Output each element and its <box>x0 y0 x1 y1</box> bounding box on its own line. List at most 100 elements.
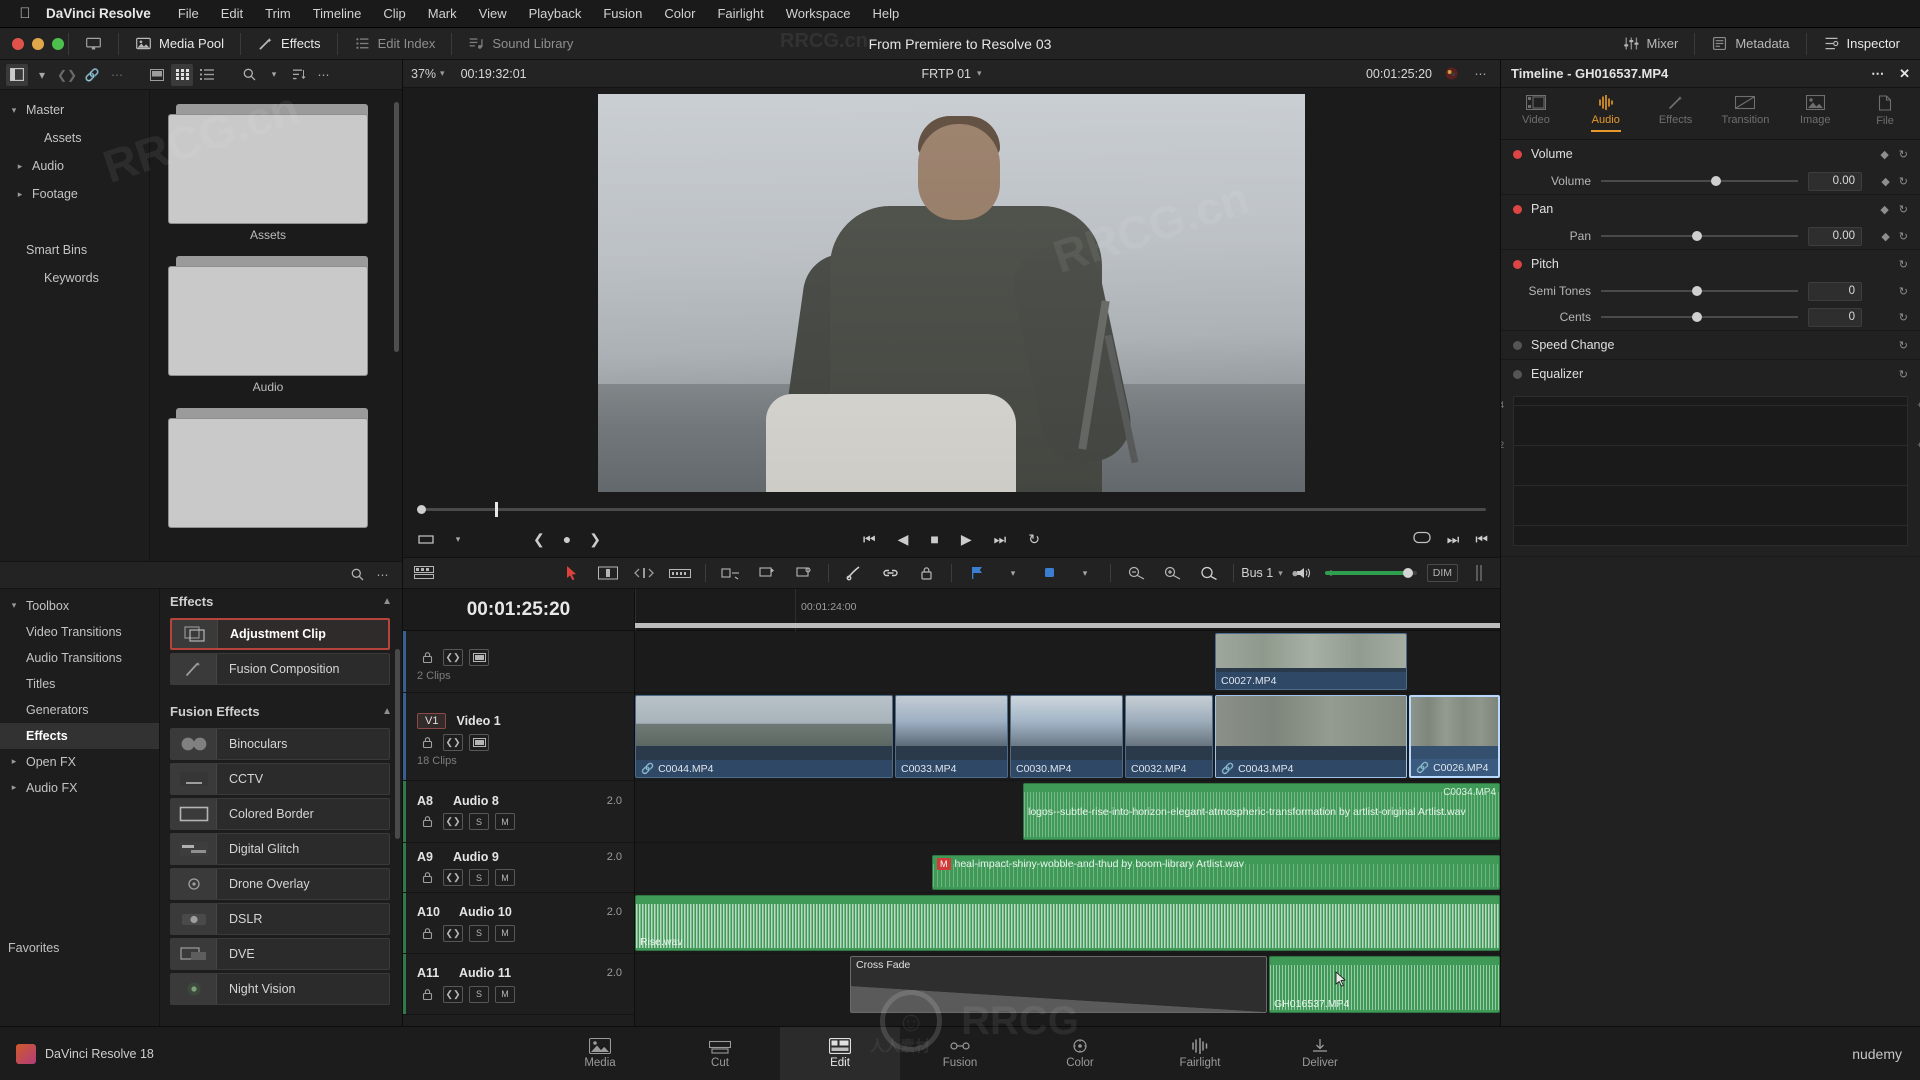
page-button-deliver[interactable]: Deliver <box>1260 1027 1380 1080</box>
viewer-scrubber[interactable] <box>403 497 1500 521</box>
section-header[interactable]: Equalizer ↻ <box>1501 360 1920 388</box>
menu-item-edit[interactable]: Edit <box>210 6 254 21</box>
zoom-in-icon[interactable] <box>1197 562 1219 584</box>
track-name-a10[interactable]: Audio 10 <box>459 905 512 919</box>
timeline-horizontal-scrollbar[interactable] <box>635 623 1500 628</box>
dynamic-trim-mode-icon[interactable] <box>633 562 655 584</box>
tab-file[interactable]: File <box>1850 88 1920 139</box>
zoom-slider-minus-icon[interactable]: − <box>1248 562 1270 584</box>
page-button-color[interactable]: Color <box>1020 1027 1140 1080</box>
timeline-clip[interactable]: 🔗 C0044.MP4 <box>635 695 893 778</box>
reset-icon[interactable]: ↻ <box>1899 339 1908 352</box>
effects-toggle-button[interactable]: Effects <box>245 28 333 60</box>
menu-item-help[interactable]: Help <box>862 6 911 21</box>
zoom-fit-icon[interactable] <box>1161 562 1183 584</box>
effects-tree-generators[interactable]: Generators <box>0 697 159 723</box>
effect-item-digital-glitch[interactable]: Digital Glitch <box>170 832 390 865</box>
reset-icon[interactable]: ↻ <box>1899 203 1908 216</box>
track-id-a9[interactable]: A9 <box>417 850 443 864</box>
timeline-lane-v2[interactable]: C0027.MP4 <box>635 631 1500 693</box>
keyframe-icon[interactable]: ◆ <box>1881 175 1889 188</box>
ellipsis-icon[interactable]: ⋯ <box>106 64 128 86</box>
effect-item-binoculars[interactable]: Binoculars <box>170 727 390 760</box>
position-lock-icon[interactable] <box>792 562 814 584</box>
window-controls[interactable] <box>0 37 64 50</box>
timeline-clip[interactable]: 🔗 C0043.MP4 <box>1215 695 1407 778</box>
effects-options-icon[interactable]: ⋯ <box>372 564 394 586</box>
enable-toggle-icon[interactable] <box>1513 204 1522 214</box>
track-id-a8[interactable]: A8 <box>417 794 443 808</box>
sort-icon[interactable] <box>288 64 310 86</box>
effects-tree-video-transitions[interactable]: Video Transitions <box>0 619 159 645</box>
chevron-down-icon[interactable]: ▾ <box>1074 562 1096 584</box>
chevron-down-icon[interactable]: ▾ <box>31 64 53 86</box>
param-value[interactable]: 0 <box>1808 307 1862 327</box>
auto-select-icon[interactable]: ❮❯ <box>443 813 463 830</box>
timeline-transition[interactable]: Cross Fade <box>850 956 1267 1013</box>
timeline-clip[interactable]: C0030.MP4 <box>1010 695 1123 778</box>
mute-button[interactable]: M <box>495 813 515 830</box>
grid-view-icon[interactable] <box>171 63 193 86</box>
section-header[interactable]: Pan ◆ ↻ <box>1501 195 1920 223</box>
sidebar-toggle-icon[interactable] <box>6 63 28 86</box>
auto-select-icon[interactable]: ❮❯ <box>443 985 463 1003</box>
timeline-clip[interactable]: GH016537.MP4 <box>1269 956 1500 1013</box>
inspector-toggle-button[interactable]: Inspector <box>1811 28 1912 60</box>
chevron-down-icon[interactable]: ▾ <box>1002 562 1024 584</box>
param-value[interactable]: 0.00 <box>1808 226 1862 246</box>
viewer-record-timecode[interactable]: 00:01:25:20 <box>1366 67 1432 81</box>
viewer-source-name[interactable]: FRTP 01 <box>921 67 971 81</box>
effect-item-fusion-composition[interactable]: Fusion Composition <box>170 652 390 685</box>
timeline-clip[interactable]: M heal-impact-shiny-wobble-and-thud by b… <box>932 855 1500 890</box>
track-header-v2[interactable]: ❮❯ 2 Clips <box>403 631 634 693</box>
page-button-fairlight[interactable]: Fairlight <box>1140 1027 1260 1080</box>
timeline-lane-a11[interactable]: Cross Fade GH016537.MP4 <box>635 954 1500 1015</box>
solo-button[interactable]: S <box>469 924 489 942</box>
video-preview[interactable] <box>598 93 1305 492</box>
flag-marker-icon[interactable] <box>756 562 778 584</box>
effects-tree-open-fx[interactable]: ▸ Open FX <box>0 749 159 775</box>
effect-item-cctv[interactable]: CCTV <box>170 762 390 795</box>
tree-item-keywords[interactable]: Keywords <box>0 264 149 292</box>
lock-icon[interactable] <box>417 649 437 666</box>
timeline-lane-a10[interactable]: Rise.wav <box>635 893 1500 954</box>
menu-item-clip[interactable]: Clip <box>372 6 416 21</box>
search-icon[interactable] <box>346 564 368 586</box>
tree-item-audio[interactable]: ▸ Audio <box>0 152 149 180</box>
marker-icon[interactable] <box>1038 562 1060 584</box>
chevron-up-icon[interactable]: ▲ <box>382 596 392 607</box>
maximize-window-button[interactable] <box>52 37 64 50</box>
app-name-label[interactable]: DaVinci Resolve <box>36 6 161 21</box>
tab-image[interactable]: Image <box>1780 88 1850 139</box>
enable-toggle-icon[interactable] <box>1513 340 1522 350</box>
viewer-zoom-control[interactable]: 37% ▾ <box>411 67 445 81</box>
param-value[interactable]: 0 <box>1808 281 1862 301</box>
play-icon[interactable]: ▶ <box>961 531 972 548</box>
menu-item-workspace[interactable]: Workspace <box>775 6 862 21</box>
scrubber-playhead[interactable] <box>495 501 498 517</box>
options-ellipsis-icon[interactable]: ⋯ <box>313 64 335 86</box>
menu-item-mark[interactable]: Mark <box>417 6 468 21</box>
close-window-button[interactable] <box>12 37 24 50</box>
reset-icon[interactable]: ↻ <box>1899 285 1908 298</box>
reset-icon[interactable]: ↻ <box>1899 311 1908 324</box>
effects-tree-effects[interactable]: Effects <box>0 722 159 749</box>
tree-item-smart-bins[interactable]: Smart Bins <box>0 236 149 264</box>
page-button-fusion[interactable]: Fusion <box>900 1027 1020 1080</box>
effects-list-scrollbar[interactable] <box>395 648 400 839</box>
fusion-effects-section-header[interactable]: Fusion Effects ▲ <box>160 699 402 725</box>
solo-button[interactable]: S <box>469 985 489 1003</box>
timeline-clip[interactable]: C0032.MP4 <box>1125 695 1213 778</box>
chevron-up-icon[interactable]: ▲ <box>382 706 392 717</box>
enable-toggle-icon[interactable] <box>1513 149 1522 159</box>
menu-item-trim[interactable]: Trim <box>254 6 302 21</box>
track-id-badge-v1[interactable]: V1 <box>417 713 447 729</box>
link-icon[interactable]: 🔗 <box>81 64 103 86</box>
edit-index-toggle-button[interactable]: Edit Index <box>342 28 448 60</box>
jump-to-end-icon[interactable]: ⏭ <box>994 531 1007 548</box>
section-header[interactable]: Speed Change ↻ <box>1501 331 1920 359</box>
timeline-lane-a9[interactable]: M heal-impact-shiny-wobble-and-thud by b… <box>635 843 1500 893</box>
page-button-cut[interactable]: Cut <box>660 1027 780 1080</box>
tab-audio[interactable]: Audio <box>1571 88 1641 139</box>
menu-item-timeline[interactable]: Timeline <box>302 6 373 21</box>
